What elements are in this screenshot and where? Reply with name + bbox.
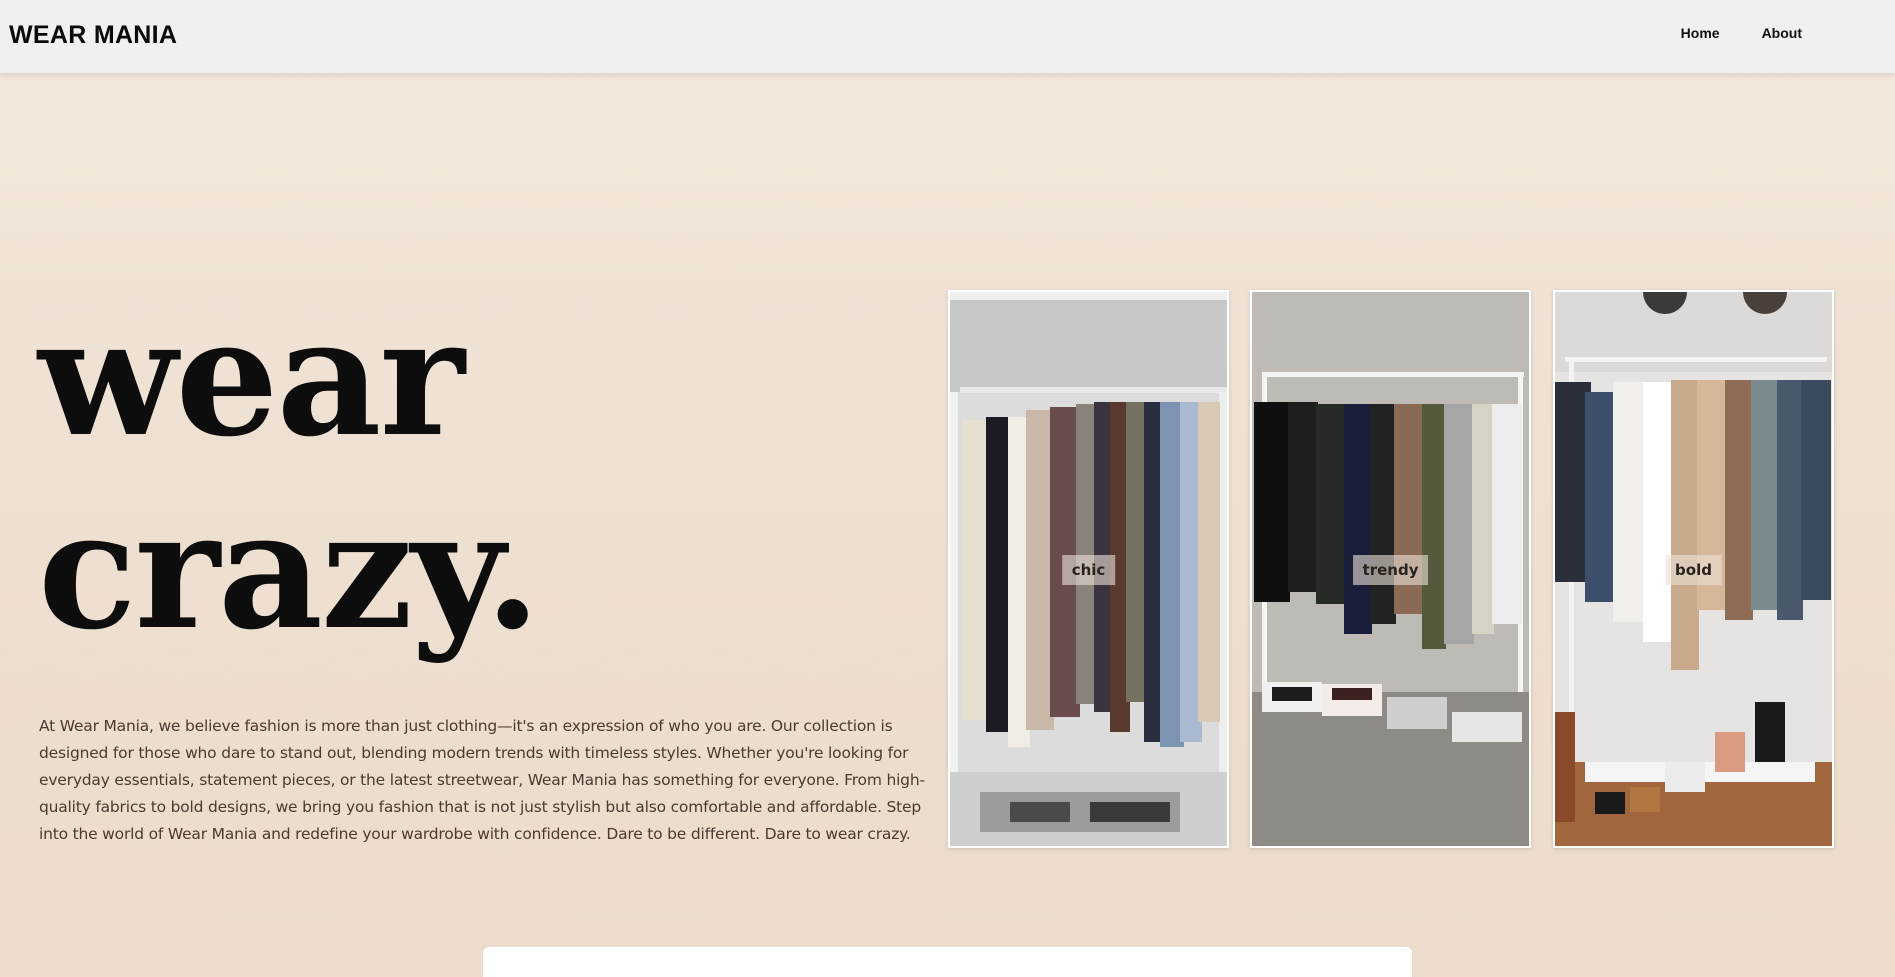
card-label-chic: chic: [1061, 555, 1116, 585]
hero-title-line-2: crazy.: [38, 476, 541, 666]
card-label-bold: bold: [1665, 555, 1722, 585]
hero-title-line-1: wear: [38, 283, 465, 473]
nav-link-about[interactable]: About: [1762, 25, 1802, 41]
nav-link-home[interactable]: Home: [1681, 25, 1720, 41]
navbar: WEAR MANIA Home About: [0, 0, 1895, 73]
nav-links: Home About: [1681, 25, 1802, 41]
gallery-card-bold[interactable]: bold: [1553, 290, 1834, 848]
gallery-card-chic[interactable]: chic: [948, 290, 1229, 848]
content-panel: [483, 947, 1412, 977]
brand-logo[interactable]: WEAR MANIA: [9, 21, 177, 50]
card-label-trendy: trendy: [1352, 555, 1429, 585]
gallery-card-trendy[interactable]: trendy: [1250, 290, 1531, 848]
hero-description: At Wear Mania, we believe fashion is mor…: [39, 717, 925, 843]
